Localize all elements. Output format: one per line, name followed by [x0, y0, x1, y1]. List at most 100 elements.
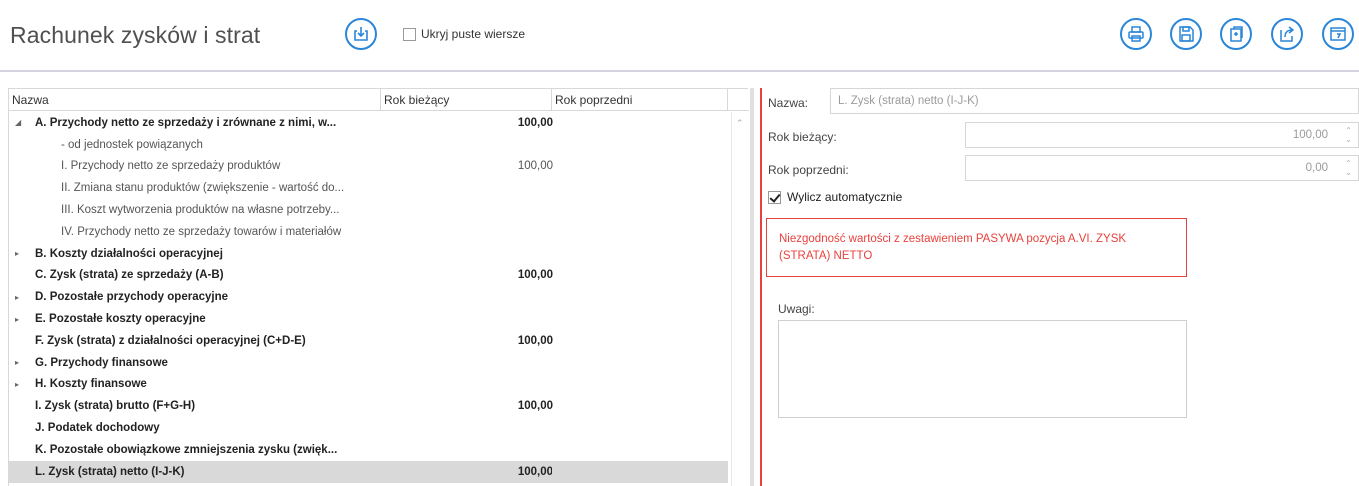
- table-row[interactable]: I. Zysk (strata) brutto (F+G-H) 100,00: [9, 395, 729, 417]
- cell-name: K. Pozostałe obowiązkowe zmniejszenia zy…: [9, 439, 381, 461]
- row-label: K. Pozostałe obowiązkowe zmniejszenia zy…: [35, 443, 338, 456]
- import-button[interactable]: [345, 18, 377, 50]
- previous-year-spinner-icon[interactable]: ⌃ ⌄: [1345, 159, 1352, 177]
- row-label: III. Koszt wytworzenia produktów na włas…: [61, 204, 340, 217]
- column-header-current-year[interactable]: Rok bieżący: [381, 89, 552, 111]
- table-row[interactable]: K. Pozostałe obowiązkowe zmniejszenia zy…: [9, 439, 729, 461]
- panel-splitter[interactable]: [750, 88, 754, 486]
- row-label: C. Zysk (strata) ze sprzedaży (A-B): [35, 269, 224, 282]
- table-row[interactable]: L. Zysk (strata) netto (I-J-K) 100,00: [9, 460, 729, 483]
- column-header-filler: [728, 89, 748, 111]
- cell-name: L. Zysk (strata) netto (I-J-K): [9, 460, 381, 483]
- current-year-amount: 100,00: [517, 400, 553, 413]
- report-grid: Nazwa Rok bieżący Rok poprzedni ◢ A. Przy…: [8, 88, 749, 486]
- table-row[interactable]: ◢ A. Przychody netto ze sprzedaży i zrówn…: [9, 112, 729, 134]
- cell-current-year: [381, 308, 552, 330]
- cell-previous-year: [552, 439, 728, 461]
- table-row[interactable]: ▸ H. Koszty finansowe: [9, 374, 729, 396]
- table-row[interactable]: - od jednostek powiązanych: [9, 134, 729, 156]
- table-row[interactable]: ▸ G. Przychody finansowe: [9, 352, 729, 374]
- current-year-value: 100,00: [1292, 129, 1328, 141]
- print-button[interactable]: [1120, 18, 1152, 50]
- cell-previous-year: [552, 417, 728, 439]
- notes-label: Uwagi:: [778, 302, 815, 316]
- cell-current-year: 100,00: [381, 460, 553, 483]
- notes-textarea[interactable]: [778, 320, 1187, 418]
- previous-year-field[interactable]: 0,00 ⌃ ⌄: [965, 155, 1359, 181]
- header: Rachunek zysków i strat Ukryj puste wier…: [0, 0, 1359, 72]
- cell-name: ▸ B. Koszty działalności operacyjnej: [9, 243, 381, 265]
- cell-current-year: [381, 286, 552, 308]
- expand-icon[interactable]: ▸: [15, 293, 23, 302]
- cell-current-year: [381, 134, 552, 156]
- table-row[interactable]: ▸ D. Pozostałe przychody operacyjne: [9, 286, 729, 308]
- cell-current-year: [381, 374, 552, 396]
- save-button[interactable]: [1170, 18, 1202, 50]
- grid-header: Nazwa Rok bieżący Rok poprzedni: [9, 89, 749, 111]
- cell-previous-year: [552, 134, 728, 156]
- current-year-spinner-icon[interactable]: ⌃ ⌄: [1345, 126, 1352, 144]
- cell-name: I. Przychody netto ze sprzedaży produktó…: [9, 156, 381, 178]
- current-year-amount: 100,00: [517, 334, 553, 347]
- cell-previous-year: [552, 286, 728, 308]
- table-row[interactable]: F. Zysk (strata) z działalności operacyj…: [9, 330, 729, 352]
- table-row[interactable]: J. Podatek dochodowy: [9, 417, 729, 439]
- cell-name: II. Zmiana stanu produktów (zwiększenie …: [9, 177, 381, 199]
- cell-current-year: 100,00: [381, 395, 553, 417]
- cell-name: ▸ D. Pozostałe przychody operacyjne: [9, 286, 381, 308]
- hide-empty-rows-checkbox[interactable]: [403, 27, 416, 41]
- previous-year-value: 0,00: [1305, 162, 1328, 174]
- row-label: - od jednostek powiązanych: [61, 138, 203, 151]
- hide-empty-rows-option[interactable]: Ukryj puste wiersze: [403, 27, 525, 41]
- name-field[interactable]: L. Zysk (strata) netto (I-J-K): [830, 88, 1359, 114]
- table-row[interactable]: IV. Przychody netto ze sprzedaży towarów…: [9, 221, 729, 243]
- expand-icon[interactable]: ▸: [15, 249, 23, 258]
- row-label: B. Koszty działalności operacyjnej: [35, 247, 223, 260]
- column-header-previous-year[interactable]: Rok poprzedni: [552, 89, 728, 111]
- window-icon: [1330, 27, 1346, 41]
- expand-icon[interactable]: ▸: [15, 315, 23, 324]
- copy-button[interactable]: [1220, 18, 1252, 50]
- table-row[interactable]: II. Zmiana stanu produktów (zwiększenie …: [9, 177, 729, 199]
- hide-empty-rows-label: Ukryj puste wiersze: [421, 27, 526, 41]
- cell-previous-year: [552, 199, 728, 221]
- column-header-name[interactable]: Nazwa: [9, 89, 381, 111]
- cell-previous-year: [552, 265, 728, 287]
- expand-icon[interactable]: ▸: [15, 380, 23, 389]
- table-row[interactable]: ▸ B. Koszty działalności operacyjnej: [9, 243, 729, 265]
- cell-previous-year: [552, 156, 728, 178]
- error-indicator-bar: [760, 88, 762, 486]
- import-icon: [354, 27, 368, 41]
- auto-calculate-option[interactable]: Wylicz automatycznie: [768, 190, 902, 204]
- cell-name: C. Zysk (strata) ze sprzedaży (A-B): [9, 265, 381, 287]
- cell-current-year: 100,00: [381, 156, 553, 178]
- cell-current-year: [381, 177, 552, 199]
- cell-current-year: 100,00: [381, 265, 553, 287]
- current-year-amount: 100,00: [517, 116, 553, 129]
- collapse-icon[interactable]: ◢: [15, 118, 23, 127]
- current-year-amount: 100,00: [517, 465, 553, 478]
- cell-current-year: [381, 439, 552, 461]
- export-button[interactable]: [1271, 18, 1303, 50]
- current-year-amount: 100,00: [517, 160, 553, 173]
- copy-icon: [1230, 26, 1243, 42]
- cell-current-year: [381, 352, 552, 374]
- expand-icon[interactable]: ▸: [15, 358, 23, 367]
- cell-name: ▸ G. Przychody finansowe: [9, 352, 381, 374]
- row-label: D. Pozostałe przychody operacyjne: [35, 291, 229, 304]
- row-label: II. Zmiana stanu produktów (zwiększenie …: [61, 182, 345, 195]
- table-row[interactable]: ▸ E. Pozostałe koszty operacyjne: [9, 308, 729, 330]
- cell-name: III. Koszt wytworzenia produktów na włas…: [9, 199, 381, 221]
- current-year-field[interactable]: 100,00 ⌃ ⌄: [965, 122, 1359, 148]
- cell-name: F. Zysk (strata) z działalności operacyj…: [9, 330, 381, 352]
- current-year-label: Rok bieżący:: [768, 130, 837, 144]
- table-row[interactable]: III. Koszt wytworzenia produktów na włas…: [9, 199, 729, 221]
- cell-name: I. Zysk (strata) brutto (F+G-H): [9, 395, 381, 417]
- table-row[interactable]: C. Zysk (strata) ze sprzedaży (A-B) 100,0…: [9, 265, 729, 287]
- grid-scrollbar[interactable]: ⌃: [731, 112, 749, 486]
- auto-calculate-checkbox[interactable]: [768, 190, 781, 204]
- row-label: E. Pozostałe koszty operacyjne: [35, 313, 206, 326]
- window-button[interactable]: [1322, 18, 1354, 50]
- scroll-up-icon[interactable]: ⌃: [736, 118, 744, 129]
- table-row[interactable]: I. Przychody netto ze sprzedaży produktó…: [9, 156, 729, 178]
